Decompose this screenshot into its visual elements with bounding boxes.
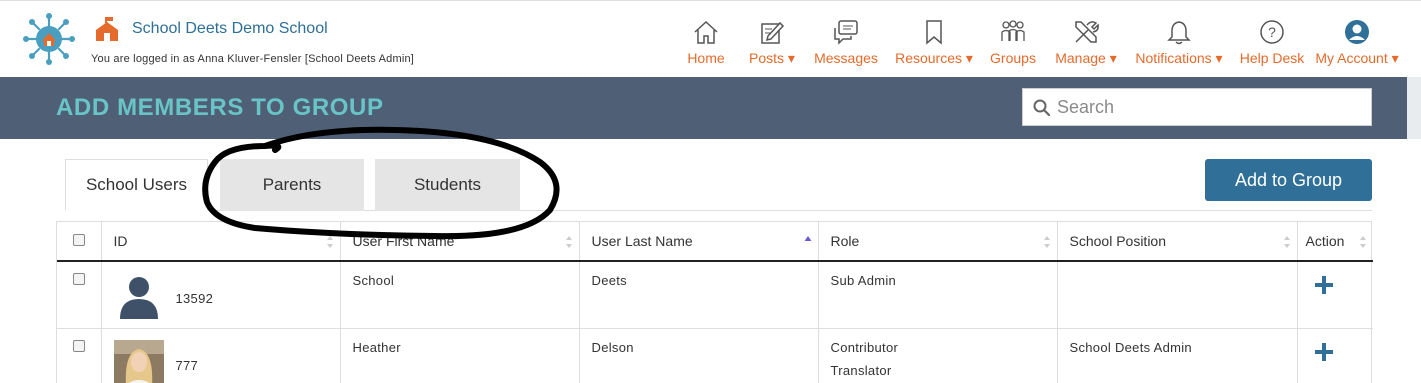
- school-name[interactable]: School Deets Demo School: [132, 20, 328, 38]
- nav-groups[interactable]: Groups: [987, 1, 1039, 78]
- default-avatar-icon: [119, 277, 158, 319]
- search-box[interactable]: [1022, 88, 1372, 126]
- nav-help-desk-label: Help Desk: [1239, 50, 1305, 66]
- members-table: ID User First Name User Last Name Role S…: [56, 221, 1373, 383]
- nav-notifications[interactable]: Notifications ▾: [1131, 1, 1227, 78]
- action-cell: [1297, 261, 1373, 329]
- page-header: ADD MEMBERS TO GROUP: [0, 77, 1421, 139]
- role-label: Contributor: [830, 339, 899, 355]
- tab-students[interactable]: Students: [375, 159, 520, 211]
- logged-in-status: You are logged in as Anna Kluver-Fensler…: [91, 53, 415, 65]
- svg-text:?: ?: [1268, 24, 1276, 40]
- user-photo-avatar: [113, 339, 164, 383]
- school-position-cell: [1057, 261, 1298, 329]
- nav-manage[interactable]: Manage ▾: [1049, 1, 1123, 78]
- sort-icon: [1283, 236, 1290, 248]
- nav-my-account-label: My Account ▾: [1315, 50, 1399, 66]
- nav-resources-label: Resources ▾: [895, 50, 973, 66]
- column-header-action[interactable]: Action: [1297, 222, 1373, 262]
- nav-posts-label: Posts ▾: [749, 50, 795, 66]
- column-header-label: ID: [113, 233, 128, 249]
- column-header-school-position[interactable]: School Position: [1057, 222, 1298, 262]
- id-cell: 777: [101, 328, 341, 383]
- search-input[interactable]: [1057, 93, 1357, 121]
- role-label: Sub Admin: [830, 273, 897, 288]
- first-name-cell: Heather: [340, 328, 580, 383]
- table-header-row: ID User First Name User Last Name Role S…: [57, 222, 1373, 262]
- school-building-icon: [96, 17, 118, 41]
- add-member-plus-icon[interactable]: [1314, 275, 1334, 295]
- role-cell: Sub Admin: [818, 261, 1058, 329]
- column-header-label: Role: [830, 233, 860, 249]
- user-icon: [1345, 20, 1369, 44]
- question-icon: ?: [1260, 20, 1284, 44]
- chat-icon: [834, 20, 858, 45]
- role-label: Translator: [830, 362, 892, 378]
- sort-icon: [565, 236, 572, 248]
- nav-groups-label: Groups: [990, 50, 1036, 66]
- sort-icon: [326, 236, 333, 248]
- user-id: 777: [175, 357, 199, 373]
- row-select-cell: [57, 328, 102, 383]
- nav-messages[interactable]: Messages: [811, 1, 881, 78]
- column-header-last-name[interactable]: User Last Name: [579, 222, 819, 262]
- row-checkbox[interactable]: [73, 273, 85, 285]
- table-row: 777 Heather Delson Contributor Translato…: [57, 328, 1373, 383]
- column-header-id[interactable]: ID: [101, 222, 341, 262]
- page-title: ADD MEMBERS TO GROUP: [56, 94, 384, 121]
- row-checkbox[interactable]: [73, 339, 85, 352]
- page: School Deets Demo School You are logged …: [0, 0, 1421, 383]
- home-icon: [694, 20, 718, 44]
- bookmark-icon: [926, 20, 942, 45]
- nav-resources[interactable]: Resources ▾: [891, 1, 977, 78]
- last-name-cell: Delson: [579, 328, 819, 383]
- header-select-cell: [57, 222, 102, 262]
- column-header-label: User First Name: [352, 233, 455, 249]
- column-header-role[interactable]: Role: [818, 222, 1058, 262]
- bell-icon: [1167, 21, 1191, 45]
- sort-icon: [1043, 236, 1050, 248]
- id-cell: 13592: [101, 261, 341, 329]
- top-navigation-bar: School Deets Demo School You are logged …: [0, 0, 1421, 77]
- column-header-first-name[interactable]: User First Name: [340, 222, 580, 262]
- role-cell: Contributor Translator: [818, 328, 1058, 383]
- column-header-label: User Last Name: [591, 233, 693, 249]
- nav-help-desk[interactable]: ? Help Desk: [1235, 1, 1309, 78]
- last-name-cell: Deets: [579, 261, 819, 329]
- select-all-checkbox[interactable]: [73, 234, 85, 246]
- nav-notifications-label: Notifications ▾: [1135, 50, 1223, 66]
- nav-posts[interactable]: Posts ▾: [743, 1, 801, 78]
- column-header-label: School Position: [1069, 233, 1167, 249]
- school-deets-logo-icon[interactable]: [22, 12, 76, 66]
- tab-school-users[interactable]: School Users: [65, 159, 208, 211]
- school-position-cell: School Deets Admin: [1057, 328, 1298, 383]
- action-cell: [1297, 328, 1373, 383]
- row-select-cell: [57, 261, 102, 329]
- tab-parents[interactable]: Parents: [220, 159, 364, 211]
- nav-home-label: Home: [687, 50, 725, 66]
- table-row: 13592 School Deets Sub Admin: [57, 261, 1373, 329]
- first-name-cell: School: [340, 261, 580, 329]
- nav-manage-label: Manage ▾: [1055, 50, 1117, 66]
- add-to-group-button[interactable]: Add to Group: [1205, 159, 1372, 201]
- edit-icon: [761, 21, 785, 44]
- sort-icon: [1360, 236, 1366, 248]
- add-member-plus-icon[interactable]: [1314, 342, 1334, 362]
- search-icon: [1033, 99, 1051, 117]
- nav-messages-label: Messages: [814, 50, 878, 66]
- sort-ascending-icon: [804, 236, 811, 241]
- people-icon: [1001, 20, 1025, 41]
- user-id: 13592: [175, 291, 214, 306]
- tools-icon: [1075, 21, 1099, 43]
- nav-my-account[interactable]: My Account ▾: [1315, 1, 1399, 78]
- nav-home[interactable]: Home: [679, 1, 733, 78]
- column-header-label: Action: [1305, 233, 1345, 249]
